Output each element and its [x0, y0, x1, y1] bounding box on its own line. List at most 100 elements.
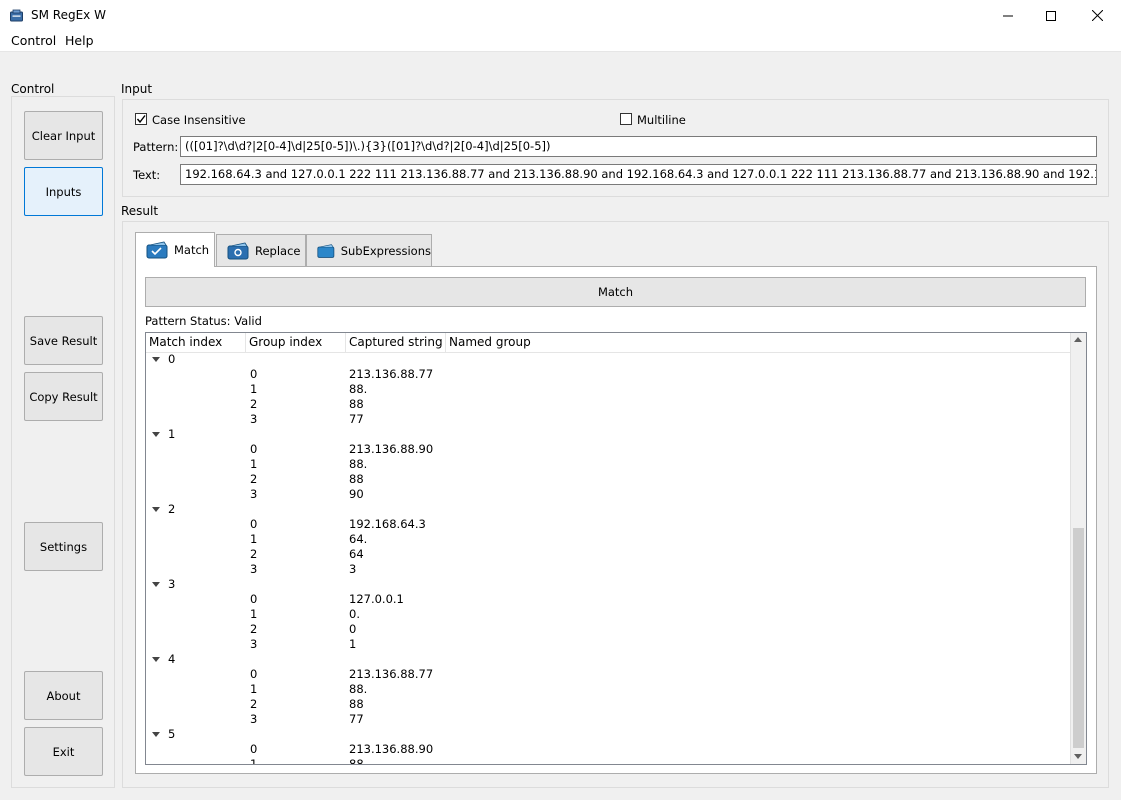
expand-caret-icon[interactable]: [152, 432, 160, 437]
group-row[interactable]: 1 0.: [146, 607, 1071, 622]
captured-string-cell: 88.: [349, 682, 368, 696]
captured-string-cell: 0.: [349, 607, 360, 621]
group-row[interactable]: 0 213.136.88.90: [146, 742, 1071, 757]
captured-string-cell: 88: [349, 397, 364, 411]
captured-string-cell: 88: [349, 697, 364, 711]
match-row[interactable]: 5: [146, 727, 1071, 742]
column-match-index[interactable]: Match index: [146, 333, 246, 352]
captured-string-cell: 64: [349, 547, 364, 561]
menu-bar: Control Help: [0, 31, 1121, 52]
multiline-label: Multiline: [637, 113, 686, 127]
group-row[interactable]: 0 127.0.0.1: [146, 592, 1071, 607]
minimize-button[interactable]: [985, 0, 1031, 31]
exit-button[interactable]: Exit: [24, 727, 103, 776]
pattern-input[interactable]: (([01]?\d\d?|2[0-4]\d|25[0-5])\.){3}([01…: [180, 136, 1097, 157]
results-tree[interactable]: Match index Group index Captured string …: [145, 332, 1087, 765]
clear-input-button[interactable]: Clear Input: [24, 111, 103, 160]
match-button[interactable]: Match: [145, 277, 1086, 307]
captured-string-cell: 213.136.88.90: [349, 742, 434, 756]
group-row[interactable]: 1 88.: [146, 457, 1071, 472]
close-button[interactable]: [1074, 0, 1120, 31]
column-named-group[interactable]: Named group: [446, 333, 1071, 352]
result-group-title: Result: [121, 204, 159, 218]
group-row[interactable]: 2 88: [146, 472, 1071, 487]
match-row[interactable]: 1: [146, 427, 1071, 442]
maximize-button[interactable]: [1028, 0, 1074, 31]
group-row[interactable]: 2 88: [146, 697, 1071, 712]
copy-result-button[interactable]: Copy Result: [24, 372, 103, 421]
replace-tab-icon: [227, 242, 249, 259]
group-index-cell: 0: [250, 442, 258, 456]
about-button[interactable]: About: [24, 671, 103, 720]
group-row[interactable]: 0 213.136.88.77: [146, 367, 1071, 382]
vertical-scrollbar[interactable]: [1070, 333, 1086, 764]
group-row[interactable]: 2 64: [146, 547, 1071, 562]
window-title: SM RegEx W: [31, 8, 106, 22]
captured-string-cell: 64.: [349, 532, 368, 546]
captured-string-cell: 77: [349, 712, 364, 726]
group-index-cell: 1: [250, 457, 258, 471]
group-row[interactable]: 3 77: [146, 412, 1071, 427]
match-index-cell: 0: [168, 352, 176, 366]
tab-subexpressions[interactable]: SubExpressions: [306, 234, 432, 266]
column-captured-string[interactable]: Captured string: [346, 333, 446, 352]
case-insensitive-checkbox[interactable]: [135, 113, 147, 125]
group-index-cell: 0: [250, 367, 258, 381]
menu-help[interactable]: Help: [65, 33, 94, 48]
menu-control[interactable]: Control: [11, 33, 56, 48]
tab-match-label: Match: [174, 243, 210, 257]
captured-string-cell: 88.: [349, 457, 368, 471]
column-group-index[interactable]: Group index: [246, 333, 346, 352]
app-icon: [10, 9, 23, 22]
match-row[interactable]: 2: [146, 502, 1071, 517]
group-row[interactable]: 3 90: [146, 487, 1071, 502]
group-row[interactable]: 0 192.168.64.3: [146, 517, 1071, 532]
tree-body: 0 0 213.136.88.77 1 88. 2 88 3 77 1 0 213.136.88.90…: [146, 352, 1071, 764]
text-input[interactable]: 192.168.64.3 and 127.0.0.1 222 111 213.1…: [180, 164, 1097, 185]
match-row[interactable]: 3: [146, 577, 1071, 592]
match-index-cell: 3: [168, 577, 176, 591]
group-row[interactable]: 0 213.136.88.90: [146, 442, 1071, 457]
group-index-cell: 2: [250, 547, 258, 561]
group-index-cell: 0: [250, 517, 258, 531]
scroll-down-icon[interactable]: [1074, 754, 1082, 759]
group-index-cell: 3: [250, 712, 258, 726]
settings-button[interactable]: Settings: [24, 522, 103, 571]
captured-string-cell: 90: [349, 487, 364, 501]
group-row[interactable]: 1 64.: [146, 532, 1071, 547]
close-icon: [1091, 10, 1103, 21]
group-row[interactable]: 1 88.: [146, 682, 1071, 697]
match-row[interactable]: 4: [146, 652, 1071, 667]
group-row[interactable]: 0 213.136.88.77: [146, 667, 1071, 682]
match-tab-icon: [146, 241, 168, 259]
scroll-up-icon[interactable]: [1074, 337, 1082, 342]
tab-match[interactable]: Match: [135, 232, 215, 267]
captured-string-cell: 88.: [349, 382, 368, 396]
expand-caret-icon[interactable]: [152, 357, 160, 362]
save-result-button[interactable]: Save Result: [24, 316, 103, 365]
expand-caret-icon[interactable]: [152, 657, 160, 662]
expand-caret-icon[interactable]: [152, 507, 160, 512]
group-row[interactable]: 1 88.: [146, 757, 1071, 764]
expand-caret-icon[interactable]: [152, 582, 160, 587]
group-index-cell: 1: [250, 532, 258, 546]
expand-caret-icon[interactable]: [152, 732, 160, 737]
scrollbar-thumb[interactable]: [1073, 528, 1084, 748]
group-row[interactable]: 3 77: [146, 712, 1071, 727]
group-row[interactable]: 33: [146, 562, 1071, 577]
multiline-checkbox[interactable]: [620, 113, 632, 125]
captured-string-cell: 88.: [349, 757, 368, 764]
case-insensitive-label: Case Insensitive: [152, 113, 246, 127]
group-row[interactable]: 20: [146, 622, 1071, 637]
captured-string-cell: 213.136.88.77: [349, 667, 434, 681]
tab-replace[interactable]: Replace: [216, 234, 306, 266]
group-index-cell: 0: [250, 742, 258, 756]
group-index-cell: 2: [250, 397, 258, 411]
inputs-button[interactable]: Inputs: [24, 167, 103, 216]
group-index-cell: 1: [250, 682, 258, 696]
group-row[interactable]: 31: [146, 637, 1071, 652]
text-label: Text:: [133, 168, 161, 182]
group-row[interactable]: 1 88.: [146, 382, 1071, 397]
group-row[interactable]: 2 88: [146, 397, 1071, 412]
match-row[interactable]: 0: [146, 352, 1071, 367]
